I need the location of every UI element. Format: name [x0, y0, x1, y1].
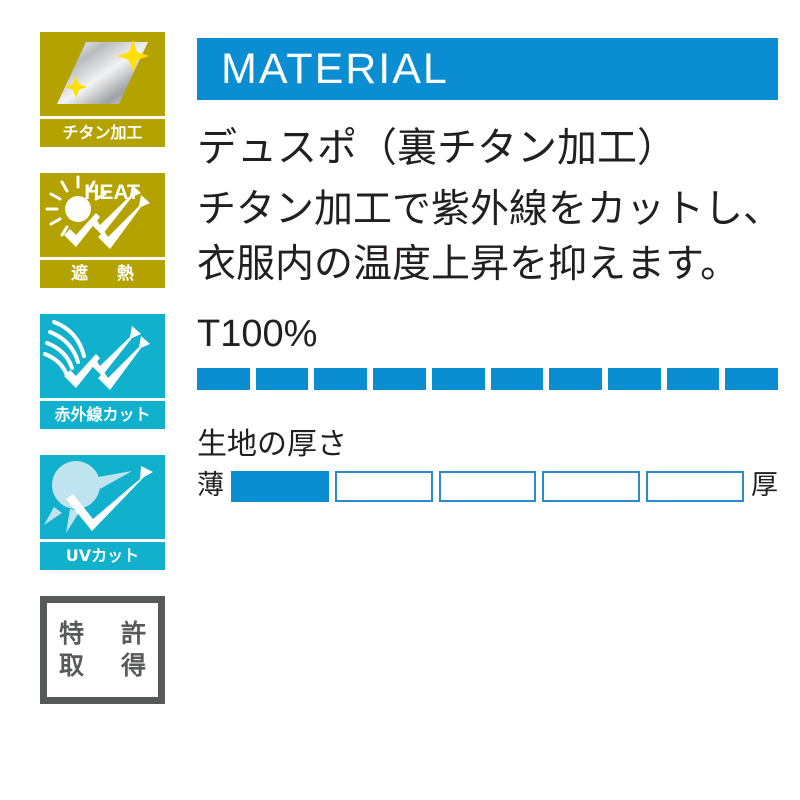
- transmittance-bar: [197, 368, 779, 390]
- thickness-cells: [231, 470, 744, 502]
- patent-acquired-stamp: 特 許 取 得: [40, 596, 165, 704]
- badge-titanium-coating: チタン加工: [40, 32, 165, 147]
- badge-caption: チタン加工: [40, 119, 165, 147]
- badge-infrared-cut: 赤外線カット: [40, 314, 165, 429]
- transmittance-value: T100%: [197, 313, 318, 355]
- badge-caption: 赤外線カット: [40, 401, 165, 429]
- patent-line-1: 特 許: [58, 619, 152, 648]
- transmittance-segment: [314, 368, 368, 390]
- infrared-waves-arrows-icon: [40, 314, 165, 398]
- transmittance-segment: [607, 368, 661, 390]
- titanium-sheet-sparkle-icon: [40, 32, 165, 116]
- transmittance-segment: [666, 368, 720, 390]
- fabric-thickness-title: 生地の厚さ: [197, 427, 347, 462]
- badge-caption: 遮 熱: [40, 260, 165, 288]
- badge-caption: UVカット: [40, 542, 165, 570]
- material-header-banner: MATERIAL: [197, 38, 778, 100]
- transmittance-segment: [197, 368, 250, 390]
- thickness-cell: [542, 470, 641, 502]
- transmittance-segment: [549, 368, 602, 390]
- thickness-cell: [646, 470, 744, 502]
- fabric-thickness-block: 生地の厚さ 薄 厚: [197, 426, 778, 502]
- patent-line-2: 取 得: [58, 651, 152, 680]
- feature-badge-column: チタン加工 HEAT 遮 熱 赤外線カット UVカット 特 許 取 得: [40, 32, 165, 704]
- uv-sun-arrow-icon: [40, 455, 165, 539]
- thickness-max-label: 厚: [751, 470, 778, 501]
- thickness-cell: [334, 470, 433, 502]
- transmittance-segment: [431, 368, 485, 390]
- thickness-cell: [438, 470, 537, 502]
- page-title: MATERIAL: [221, 44, 449, 93]
- transmittance-segment: [255, 368, 309, 390]
- thickness-min-label: 薄: [197, 470, 224, 501]
- transmittance-segment: [490, 368, 544, 390]
- thickness-cell: [231, 470, 329, 502]
- badge-heat-shield: HEAT 遮 熱: [40, 173, 165, 288]
- sun-heat-arrows-icon: HEAT: [40, 173, 165, 257]
- fabric-thickness-gauge: 薄 厚: [197, 470, 778, 502]
- material-spec-sheet: チタン加工 HEAT 遮 熱 赤外線カット UVカット 特 許 取 得 MATE…: [0, 0, 800, 800]
- material-content: MATERIAL デュスポ（裏チタン加工） チタン加工で紫外線をカットし、衣服内…: [197, 0, 782, 502]
- badge-uv-cut: UVカット: [40, 455, 165, 570]
- product-name: デュスポ（裏チタン加工）: [197, 125, 677, 171]
- transmittance-segment: [373, 368, 426, 390]
- product-description: チタン加工で紫外線をカットし、衣服内の温度上昇を抑えます。: [197, 187, 783, 287]
- transmittance-segment: [725, 368, 779, 390]
